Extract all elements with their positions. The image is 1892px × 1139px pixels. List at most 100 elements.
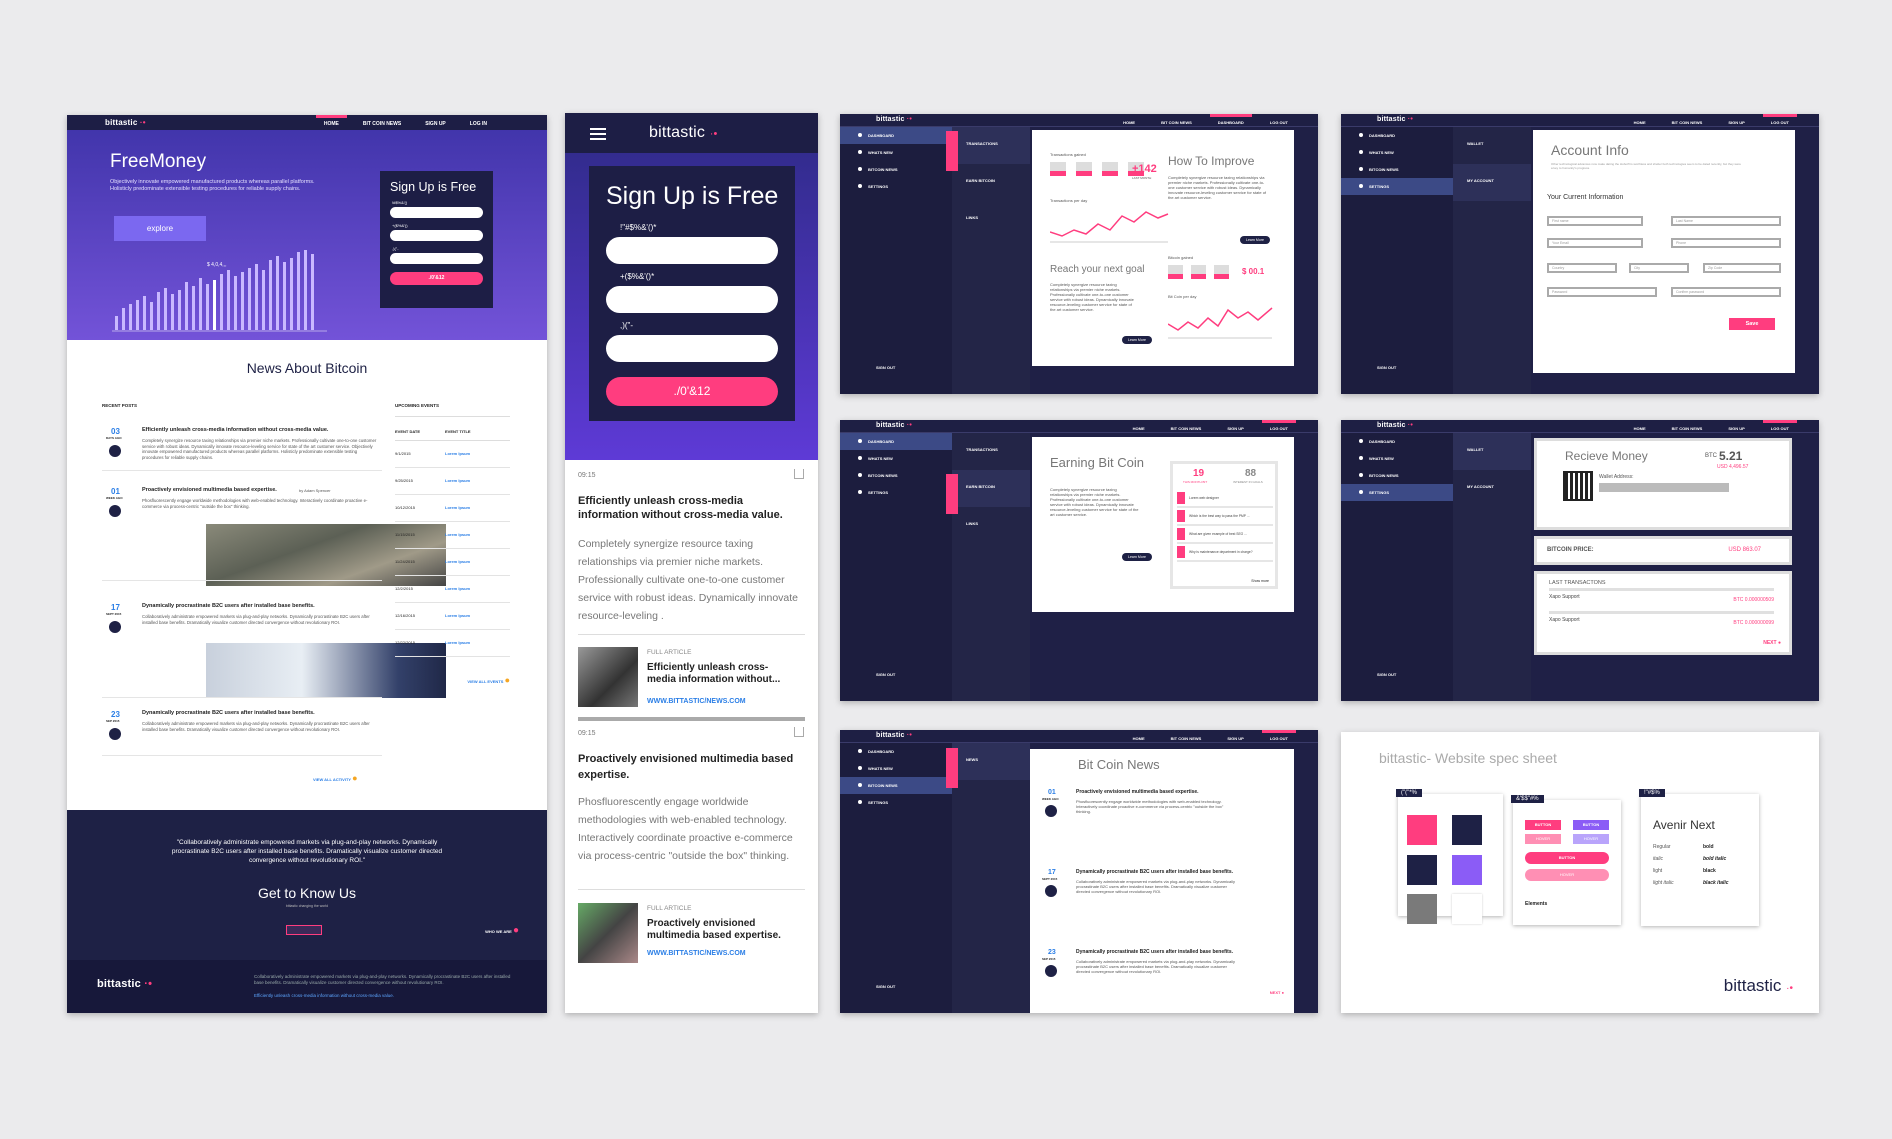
sidebar-item-settings[interactable]: SETTINGS — [840, 484, 952, 501]
nav-bitcoin-news[interactable]: BIT COIN NEWS — [363, 115, 401, 127]
account-field[interactable]: Last Name — [1671, 216, 1781, 226]
mobile-submit-button[interactable]: ./0'&12 — [606, 377, 778, 406]
sign-out-link[interactable]: SIGN OUT — [1341, 359, 1396, 376]
footer-link[interactable]: Efficiently unleash cross-media informat… — [254, 993, 394, 998]
learn-more-button[interactable]: Learn More — [1122, 336, 1152, 344]
nav-bitcoin-news[interactable]: BIT COIN NEWS — [1672, 420, 1703, 431]
account-field[interactable]: Phone — [1671, 238, 1781, 248]
sidebar-item-bitcoin-news[interactable]: BITCOIN NEWS — [840, 161, 952, 178]
signup-field-2[interactable] — [390, 230, 483, 241]
view-all-activity-link[interactable]: VIEW ALL ACTIVITY ● — [313, 773, 358, 783]
signup-submit-button[interactable]: ./0'&12 — [390, 272, 483, 285]
nav-log-out[interactable]: LOG OUT — [1762, 114, 1798, 125]
account-field[interactable]: Your Email — [1547, 238, 1643, 248]
sample-button-purple[interactable]: BUTTON — [1573, 820, 1609, 830]
sign-out-link[interactable]: SIGN OUT — [840, 978, 895, 995]
sample-hover-purple[interactable]: HOVER — [1573, 834, 1609, 844]
nav-sign-up[interactable]: SIGN UP — [1227, 420, 1243, 431]
post-title[interactable]: Dynamically procrastinate B2C users afte… — [142, 603, 382, 609]
nav-sign-up[interactable]: SIGN UP — [1728, 114, 1744, 125]
next-link[interactable]: NEXT ● — [1763, 640, 1781, 646]
goal-row[interactable]: Lorem web designer — [1177, 490, 1273, 508]
nav-log-out[interactable]: LOG OUT — [1762, 420, 1798, 431]
logo[interactable]: bittastic ·• — [876, 732, 912, 739]
sidebar-item-whats-new[interactable]: WHATS NEW — [1341, 144, 1453, 161]
nav-log-out[interactable]: LOG OUT — [1261, 420, 1297, 431]
event-row[interactable]: 12/16/2015 Lorem Ipsum — [395, 603, 510, 630]
who-we-are-link[interactable]: WHO WE ARE ● — [485, 925, 519, 936]
subnav-links[interactable]: LINKS — [952, 201, 1030, 238]
related-2-title[interactable]: Proactively envisioned multimedia based … — [647, 918, 797, 942]
transaction-row[interactable]: Xapo Support BTC 0.000000509 — [1549, 588, 1774, 611]
account-field[interactable]: Password — [1547, 287, 1657, 297]
nav-sign-up[interactable]: SIGN UP — [1227, 730, 1243, 741]
sidebar-item-whats-new[interactable]: WHATS NEW — [840, 144, 952, 161]
signup-field-3[interactable] — [390, 253, 483, 264]
next-link[interactable]: NEXT ● — [1270, 990, 1284, 995]
sample-round-button[interactable]: BUTTON — [1525, 852, 1609, 864]
subnav-earn-bitcoin[interactable]: EARN BITCOIN — [952, 164, 1030, 201]
sample-button-pink[interactable]: BUTTON — [1525, 820, 1561, 830]
account-field[interactable]: Confirm password — [1671, 287, 1781, 297]
sample-hover-pink[interactable]: HOVER — [1525, 834, 1561, 844]
event-row[interactable]: 11/15/2015 Lorem Ipsum — [395, 522, 510, 549]
subnav-my-account[interactable]: MY ACCOUNT — [1453, 164, 1531, 201]
sidebar-item-whats-new[interactable]: WHATS NEW — [840, 450, 952, 467]
sidebar-item-settings[interactable]: SETTINGS — [1341, 178, 1453, 195]
nav-bitcoin-news[interactable]: BIT COIN NEWS — [1171, 420, 1202, 431]
logo[interactable]: bittastic ·• — [1377, 422, 1413, 429]
sidebar-item-dashboard[interactable]: DASHBOARD — [840, 127, 952, 144]
share-icon[interactable] — [794, 469, 804, 479]
account-field[interactable]: City — [1629, 263, 1689, 273]
event-row[interactable]: 12/22/2015 Lorem Ipsum — [395, 630, 510, 657]
news-title[interactable]: Dynamically procrastinate B2C users afte… — [1076, 869, 1286, 875]
article-1-title[interactable]: Efficiently unleash cross-media informat… — [578, 494, 803, 522]
account-field[interactable]: Country — [1547, 263, 1617, 273]
logo[interactable]: bittastic ·• — [105, 118, 146, 127]
goal-row[interactable]: Which is the best way to pass the PMP ..… — [1177, 508, 1273, 526]
transaction-row[interactable]: Xapo Support BTC 0.000000099 — [1549, 611, 1774, 634]
subnav-earn-bitcoin[interactable]: EARN BITCOIN — [952, 470, 1030, 507]
logo[interactable]: bittastic ·• — [876, 116, 912, 123]
related-1-title[interactable]: Efficiently unleash cross-media informat… — [647, 662, 797, 686]
sidebar-item-dashboard[interactable]: DASHBOARD — [1341, 433, 1453, 450]
nav-log-in[interactable]: LOG IN — [470, 115, 487, 127]
sidebar-item-bitcoin-news[interactable]: BITCOIN NEWS — [840, 467, 952, 484]
save-button[interactable]: Save — [1729, 318, 1775, 330]
nav-home[interactable]: HOME — [315, 115, 347, 127]
goal-row[interactable]: Why is maintenance department in charge? — [1177, 544, 1273, 562]
sidebar-item-bitcoin-news[interactable]: BITCOIN NEWS — [1341, 161, 1453, 178]
event-row[interactable]: 9/25/2015 Lorem Ipsum — [395, 468, 510, 495]
signup-field-1[interactable] — [390, 207, 483, 218]
nav-bitcoin-news[interactable]: BIT COIN NEWS — [1672, 114, 1703, 125]
logo[interactable]: bittastic ·• — [1377, 116, 1413, 123]
event-row[interactable]: 9/1/2015 Lorem Ipsum — [395, 441, 510, 468]
subnav-transactions[interactable]: TRANSACTIONS — [952, 127, 1030, 164]
mobile-field-3[interactable] — [606, 335, 778, 362]
sidebar-item-dashboard[interactable]: DASHBOARD — [840, 433, 952, 450]
sidebar-item-bitcoin-news[interactable]: BITCOIN NEWS — [840, 777, 952, 794]
footer-logo[interactable]: bittastic ·• — [97, 978, 152, 990]
post-title[interactable]: Dynamically procrastinate B2C users afte… — [142, 710, 382, 716]
hamburger-menu-icon[interactable] — [590, 128, 606, 140]
account-field[interactable]: First name — [1547, 216, 1643, 226]
post-title[interactable]: Proactively envisioned multimedia based … — [142, 487, 382, 493]
news-title[interactable]: Proactively envisioned multimedia based … — [1076, 789, 1286, 795]
sidebar-item-dashboard[interactable]: DASHBOARD — [840, 743, 952, 760]
sample-round-hover[interactable]: HOVER — [1525, 869, 1609, 881]
show-more-link[interactable]: Show more — [1251, 579, 1269, 583]
mobile-field-2[interactable] — [606, 286, 778, 313]
nav-log-out[interactable]: LOG OUT — [1261, 730, 1297, 741]
account-field[interactable]: Zip Code — [1703, 263, 1781, 273]
related-2-link[interactable]: WWW.BITTASTIC/NEWS.COM — [647, 950, 746, 957]
sidebar-item-dashboard[interactable]: DASHBOARD — [1341, 127, 1453, 144]
nav-log-out[interactable]: LOG OUT — [1270, 114, 1288, 125]
mobile-logo[interactable]: bittastic ·• — [649, 124, 718, 142]
sidebar-item-settings[interactable]: SETTINGS — [840, 794, 952, 811]
article-2-title[interactable]: Proactively envisioned multimedia based … — [578, 751, 803, 783]
sign-out-link[interactable]: SIGN OUT — [840, 359, 895, 376]
logo[interactable]: bittastic ·• — [876, 422, 912, 429]
news-title[interactable]: Dynamically procrastinate B2C users afte… — [1076, 949, 1286, 955]
wallet-address-field[interactable] — [1599, 483, 1729, 492]
nav-dashboard[interactable]: DASHBOARD — [1209, 114, 1252, 125]
